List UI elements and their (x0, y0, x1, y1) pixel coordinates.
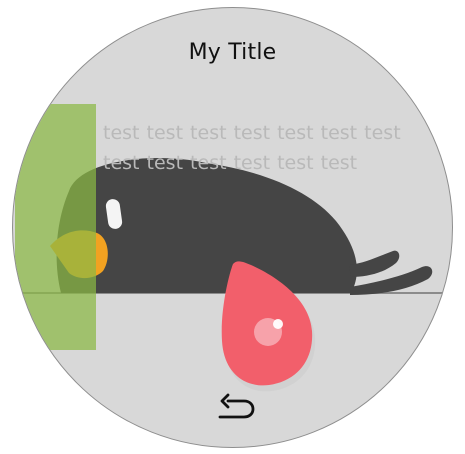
back-button[interactable] (214, 390, 258, 424)
green-overlay-block (15, 104, 96, 350)
round-watch-screen: test test test test test test test test … (12, 7, 453, 448)
page-title: My Title (188, 40, 277, 65)
penguin-flipper-upper (349, 250, 400, 277)
back-arrow-icon (218, 393, 255, 419)
sample-text: test test test test test test test test … (103, 122, 401, 174)
penguin-body (56, 158, 357, 293)
